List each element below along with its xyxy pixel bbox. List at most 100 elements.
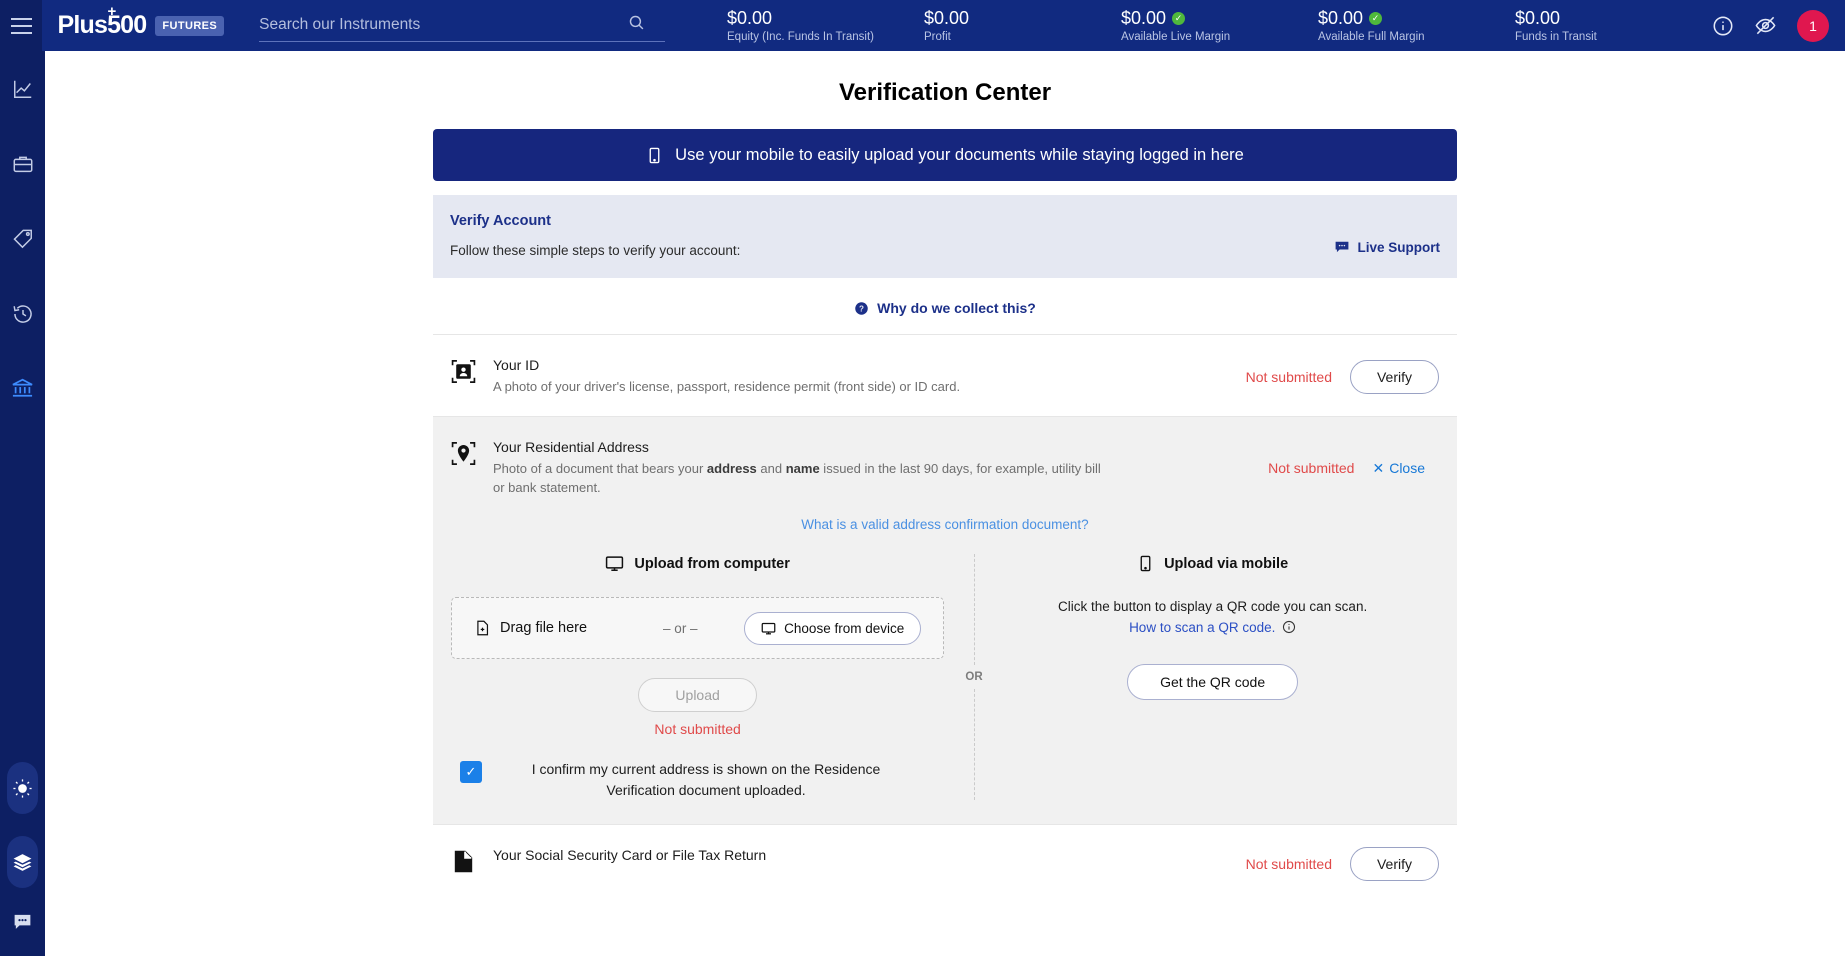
- stat-label: Funds in Transit: [1515, 31, 1597, 44]
- top-header-bar: Plus500 + FUTURES $0.00 Equity (Inc. Fun…: [0, 0, 1845, 51]
- desc-part-1: Photo of a document that bears your: [493, 461, 707, 477]
- document-row-address: Your Residential Address Photo of a docu…: [433, 416, 1457, 518]
- monitor-icon: [605, 554, 624, 573]
- chat-bubble-icon: [12, 911, 33, 932]
- document-description: A photo of your driver's license, passpo…: [493, 379, 961, 394]
- choose-from-device-button[interactable]: Choose from device: [744, 611, 922, 645]
- document-texts: Your Social Security Card or File Tax Re…: [493, 847, 1246, 863]
- document-texts: Your Residential Address Photo of a docu…: [493, 439, 1268, 497]
- verify-button-id[interactable]: Verify: [1349, 359, 1439, 394]
- logo-plus-icon: +: [107, 3, 116, 20]
- confirm-address-checkbox[interactable]: ✓: [460, 761, 482, 784]
- why-collect-label: Why do we collect this?: [877, 300, 1036, 316]
- verified-check-icon: ✓: [1172, 12, 1186, 25]
- get-qr-code-button[interactable]: Get the QR code: [1127, 663, 1299, 700]
- document-description: Photo of a document that bears your addr…: [493, 460, 1113, 497]
- hamburger-menu-icon[interactable]: [0, 0, 43, 51]
- sidebar-item-orders[interactable]: [0, 201, 45, 276]
- upload-computer-label: Upload from computer: [634, 555, 790, 572]
- page-title: Verification Center: [838, 79, 1052, 106]
- stat-value: $0.00: [924, 7, 970, 28]
- drag-file-label: Drag file here: [500, 620, 588, 637]
- mobile-description: Click the button to display a QR code yo…: [986, 597, 1439, 638]
- sidebar-item-brightness[interactable]: [7, 762, 38, 814]
- stat-label: Profit: [924, 31, 951, 44]
- stat-label: Available Live Margin: [1121, 31, 1231, 44]
- search-icon[interactable]: [628, 14, 645, 31]
- stat-label: Equity (Inc. Funds In Transit): [727, 31, 875, 44]
- desc-bold-address: address: [706, 461, 757, 477]
- upload-mobile-label: Upload via mobile: [1164, 555, 1289, 572]
- upload-via-mobile-column: Upload via mobile Click the button to di…: [986, 554, 1439, 800]
- avatar[interactable]: 1: [1797, 9, 1829, 42]
- mobile-phone-icon: [1137, 554, 1154, 573]
- document-icon: [451, 847, 493, 874]
- how-to-scan-link[interactable]: How to scan a QR code.: [1129, 620, 1275, 635]
- upload-columns: OR Upload from computer Drag file here –…: [451, 554, 1439, 800]
- dropzone-or-label: – or –: [663, 620, 698, 636]
- tag-icon: [12, 228, 34, 250]
- verification-content: Use your mobile to easily upload your do…: [433, 129, 1457, 901]
- sidebar-item-chart[interactable]: [0, 51, 45, 126]
- stat-value: $0.00: [727, 7, 773, 28]
- briefcase-icon: [12, 153, 34, 175]
- divider-line-bottom: [973, 689, 975, 800]
- why-collect-link[interactable]: ? Why do we collect this?: [433, 300, 1457, 316]
- stat-value: $0.00: [1515, 7, 1561, 28]
- search-input[interactable]: [259, 16, 665, 34]
- sidebar-item-portfolio[interactable]: [0, 126, 45, 201]
- document-status: Not submitted: [1268, 460, 1355, 477]
- verify-account-panel: Verify Account Follow these simple steps…: [433, 195, 1457, 278]
- close-x-icon: ✕: [1372, 459, 1385, 476]
- live-support-chat-icon: [1334, 239, 1350, 255]
- verify-button-ssn[interactable]: Verify: [1349, 846, 1439, 881]
- info-icon[interactable]: [1712, 15, 1734, 37]
- layers-stack-icon: [12, 852, 33, 873]
- location-pin-icon: [451, 439, 493, 466]
- sidebar-item-chat[interactable]: [12, 910, 34, 932]
- info-small-icon[interactable]: [1282, 620, 1296, 634]
- header-actions: 1: [1712, 9, 1845, 42]
- logo-wordmark: Plus500 +: [57, 4, 147, 40]
- valid-document-link[interactable]: What is a valid address confirmation doc…: [451, 517, 1439, 554]
- sidebar-item-layers[interactable]: [7, 836, 38, 888]
- divider-line-top: [973, 554, 975, 666]
- left-sidebar: [0, 51, 45, 956]
- brand-logo[interactable]: Plus500 + FUTURES: [57, 4, 225, 40]
- desc-bold-name: name: [785, 461, 820, 477]
- hide-balance-eye-off-icon[interactable]: [1754, 14, 1777, 37]
- verified-check-icon: ✓: [1369, 12, 1383, 25]
- sidebar-item-funds[interactable]: [0, 351, 45, 426]
- main-content: Verification Center Use your mobile to e…: [45, 51, 1845, 956]
- confirm-address-label: I confirm my current address is shown on…: [531, 761, 881, 798]
- question-mark-icon: ?: [854, 301, 869, 316]
- upload-region: What is a valid address confirmation doc…: [433, 517, 1457, 824]
- upload-status: Not submitted: [654, 721, 741, 738]
- upload-button[interactable]: Upload: [638, 678, 757, 713]
- stat-value: $0.00: [1318, 7, 1364, 28]
- desc-part-2: and: [756, 461, 786, 477]
- search-bar[interactable]: [259, 10, 665, 42]
- live-support-button[interactable]: Live Support: [1334, 239, 1440, 255]
- mobile-phone-icon: [646, 146, 663, 165]
- sidebar-item-history[interactable]: [0, 276, 45, 351]
- bank-icon: [11, 377, 34, 400]
- history-clock-icon: [12, 303, 34, 325]
- sidebar-bottom-actions: [7, 762, 38, 956]
- mobile-desc-line1: Click the button to display a QR code yo…: [1058, 599, 1368, 615]
- document-status: Not submitted: [1245, 368, 1332, 385]
- stat-available-live-margin: $0.00 ✓ Available Live Margin: [1121, 8, 1318, 44]
- close-button-address[interactable]: ✕ Close: [1372, 460, 1439, 477]
- svg-text:?: ?: [859, 304, 864, 313]
- stat-equity: $0.00 Equity (Inc. Funds In Transit): [727, 8, 924, 44]
- stat-available-full-margin: $0.00 ✓ Available Full Margin: [1318, 8, 1515, 44]
- file-dropzone[interactable]: Drag file here – or – Choose from device: [451, 597, 945, 660]
- document-row-id: Your ID A photo of your driver's license…: [433, 334, 1457, 416]
- stat-value: $0.00: [1121, 7, 1167, 28]
- logo-futures-badge: FUTURES: [155, 15, 225, 36]
- upload-from-computer-column: Upload from computer Drag file here – or…: [451, 554, 945, 800]
- mobile-upload-banner[interactable]: Use your mobile to easily upload your do…: [433, 129, 1457, 181]
- document-title: Your ID: [493, 357, 540, 373]
- avatar-badge: 1: [1809, 17, 1817, 34]
- upload-mobile-heading: Upload via mobile: [986, 554, 1439, 573]
